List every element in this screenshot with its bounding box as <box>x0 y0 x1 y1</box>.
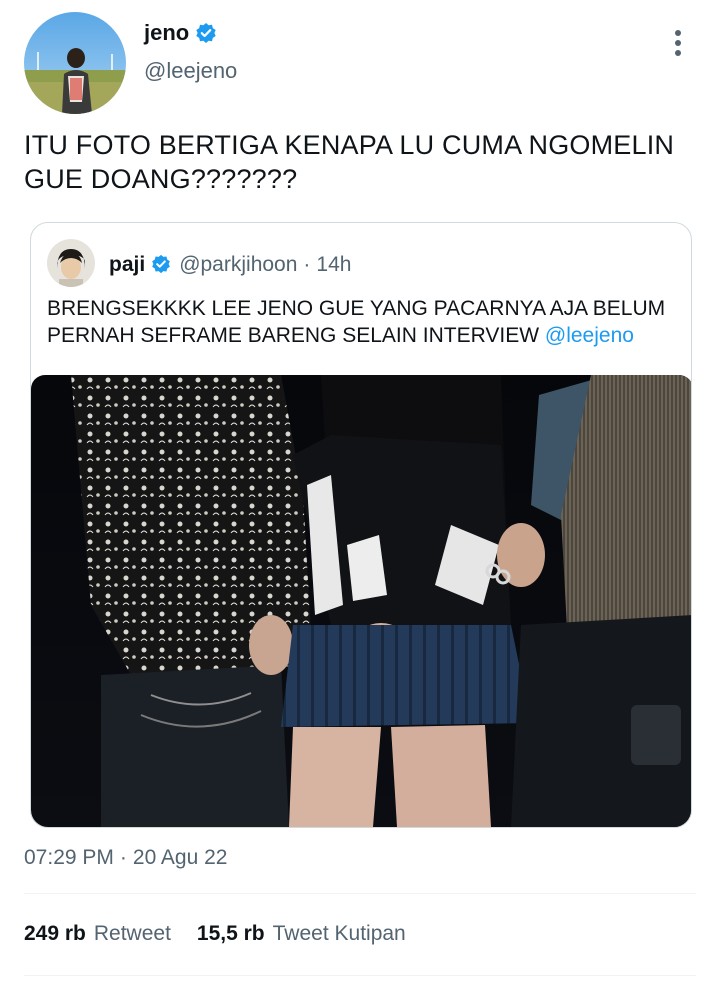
author-name[interactable]: jeno <box>144 20 189 46</box>
author-handle[interactable]: @leejeno <box>144 58 237 84</box>
quoted-tweet-text: BRENGSEKKKK LEE JENO GUE YANG PACARNYA A… <box>47 295 677 349</box>
quoted-tweet[interactable]: paji @parkjihoon · 14h BRENGSEKKKK LEE J… <box>30 222 692 828</box>
quote-tweets-label: Tweet Kutipan <box>272 922 406 945</box>
quoted-author-row: paji @parkjihoon · 14h <box>109 253 351 277</box>
verified-badge-icon <box>151 254 173 276</box>
quoted-text-line1: BRENGSEKKKK LEE JENO GUE YANG PACARNYA A… <box>47 297 666 320</box>
quoted-time: 14h <box>316 253 352 276</box>
quote-tweets-count: 15,5 rb <box>196 922 265 945</box>
quoted-author-avatar <box>47 239 95 287</box>
quoted-text-line2: PERNAH SEFRAME BARENG SELAIN INTERVIEW @… <box>47 322 677 349</box>
author-avatar[interactable] <box>24 12 126 114</box>
divider-bottom <box>24 975 696 976</box>
tweet-text: ITU FOTO BERTIGA KENAPA LU CUMA NGOMELIN… <box>24 128 694 196</box>
tweet-stats: 249 rb Retweet 15,5 rb Tweet Kutipan <box>24 922 432 946</box>
tweet-time[interactable]: 07:29 PM <box>24 846 114 870</box>
tweet-text-line1: ITU FOTO BERTIGA KENAPA LU CUMA NGOMELIN <box>24 130 675 160</box>
timestamp-separator: · <box>119 846 127 869</box>
tweet-card: jeno @leejeno ITU FOTO BERTIGA KENAPA LU… <box>0 0 720 998</box>
retweets-stat[interactable]: 249 rb Retweet <box>24 922 171 946</box>
quoted-author-handle: @parkjihoon <box>179 253 298 276</box>
tweet-timestamp[interactable]: 07:29 PM · 20 Agu 22 <box>24 846 227 870</box>
quoted-author-name: paji <box>109 253 146 276</box>
tweet-date[interactable]: 20 Agu 22 <box>133 846 228 870</box>
quoted-text-line2-content: PERNAH SEFRAME BARENG SELAIN INTERVIEW <box>47 324 540 347</box>
retweets-label: Retweet <box>93 922 171 945</box>
tweet-text-line2: GUE DOANG??????? <box>24 164 298 194</box>
quoted-media-photo[interactable] <box>31 375 691 827</box>
quote-tweets-stat[interactable]: 15,5 rb Tweet Kutipan <box>197 922 406 946</box>
quoted-mention-link[interactable]: @leejeno <box>545 324 634 347</box>
retweets-count: 249 rb <box>24 922 86 945</box>
author-name-row[interactable]: jeno <box>144 20 217 46</box>
divider-top <box>24 893 696 894</box>
verified-badge-icon <box>195 22 217 44</box>
quoted-separator: · <box>303 253 311 276</box>
more-options-icon[interactable] <box>668 28 688 58</box>
